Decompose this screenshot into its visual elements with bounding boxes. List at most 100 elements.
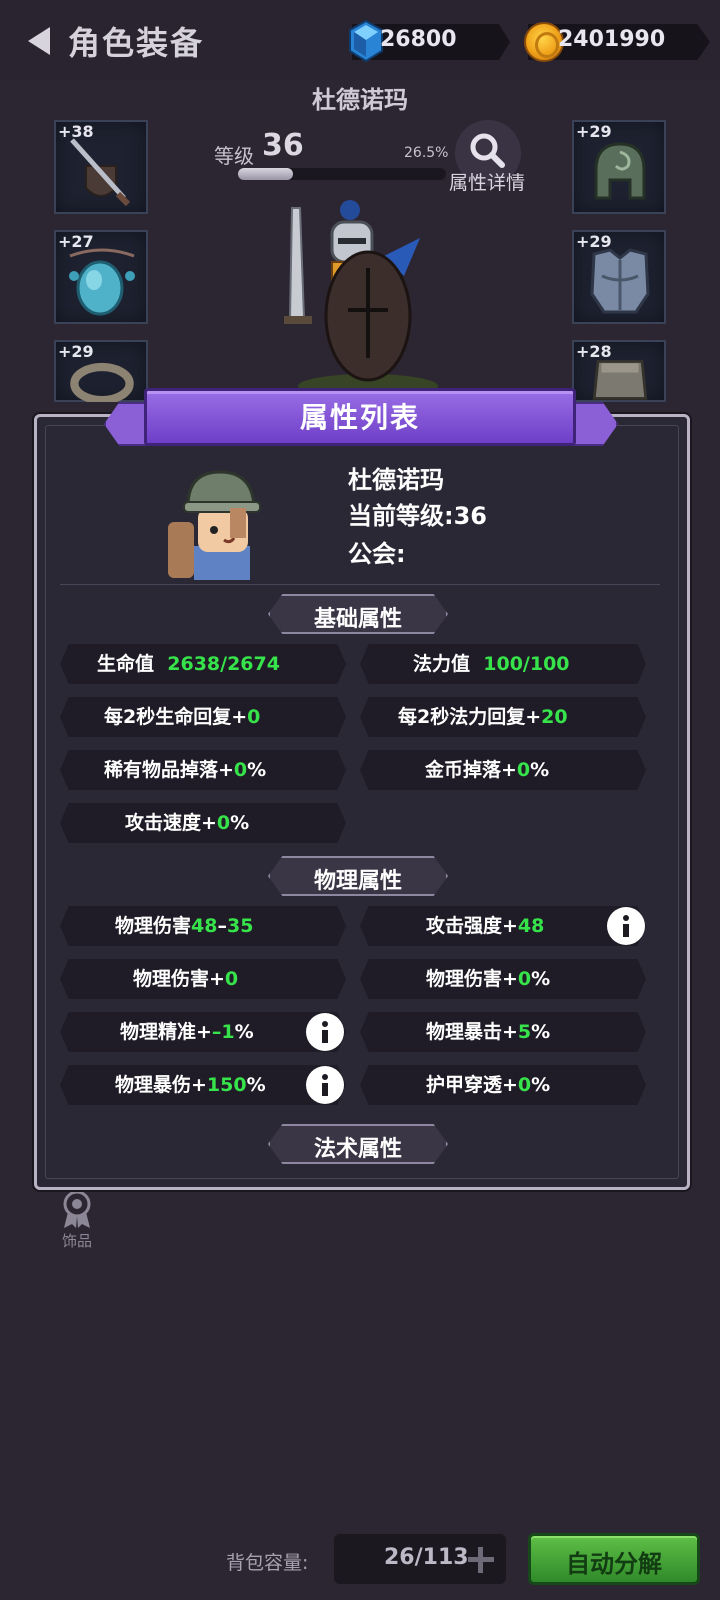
stat-label: 每2秒法力回复+ (398, 706, 542, 728)
ring-icon (70, 362, 134, 402)
panel-divider (60, 584, 660, 585)
stat-value: 2638/2674 (167, 653, 280, 675)
stat-label: 护甲穿透+ (426, 1074, 518, 1096)
gold-count: 2401990 (558, 27, 666, 52)
stat-crit: 物理暴击+5% (426, 1012, 550, 1052)
stat-unit: % (234, 1021, 254, 1043)
bag-capacity-label: 背包容量: (226, 1552, 309, 1574)
stat-value: 0 (516, 759, 531, 781)
page-title: 角色装备 (68, 24, 205, 62)
auto-dismantle-label[interactable]: 自动分解 (528, 1544, 700, 1579)
crit-damage-info-icon[interactable] (306, 1066, 344, 1104)
expand-bag-plus-icon-vertical[interactable] (478, 1547, 483, 1573)
stat-unit: % (246, 1074, 266, 1096)
stat-label: 生命值 (97, 653, 155, 675)
stat-value: 0 (247, 706, 261, 728)
accessory-category-label[interactable]: 饰品 (62, 1230, 92, 1251)
legs-slot[interactable]: +28 (572, 340, 666, 402)
stat-attack-speed: 攻击速度+0% (125, 803, 249, 843)
stat-value: –1 (211, 1021, 235, 1043)
back-button[interactable] (22, 20, 72, 62)
panel-character-name: 杜德诺玛 (348, 466, 444, 494)
stat-value-min: 48 (191, 915, 218, 937)
stat-hp: 生命值 2638/2674 (97, 644, 280, 684)
helmet-icon (594, 142, 646, 200)
stat-value: 0 (216, 812, 231, 834)
stat-armor-pen: 护甲穿透+0% (426, 1065, 550, 1105)
stat-phys-damage-pct: 物理伤害+0% (426, 959, 550, 999)
stat-rare-drop: 稀有物品掉落+0% (104, 750, 266, 790)
exp-bar (238, 168, 446, 180)
stat-value: 5 (517, 1021, 532, 1043)
magic-section-title: 法术属性 (313, 1137, 402, 1162)
enhance-level: +27 (58, 232, 94, 251)
physical-section-title: 物理属性 (313, 869, 402, 894)
enhance-level: +28 (576, 342, 612, 361)
stat-unit: % (530, 759, 550, 781)
stat-label: 稀有物品掉落+ (104, 759, 234, 781)
leg-armor-icon (592, 360, 648, 400)
stat-label: 物理伤害+ (133, 968, 225, 990)
stat-gold-drop: 金币掉落+0% (425, 750, 549, 790)
stat-mp: 法力值 100/100 (413, 644, 570, 684)
stat-label: 物理暴伤+ (115, 1074, 207, 1096)
accessory-badge-icon[interactable] (60, 1190, 94, 1230)
stat-value: 0 (233, 759, 248, 781)
stat-mp-regen: 每2秒法力回复+20 (398, 697, 568, 737)
enhance-level: +29 (58, 342, 94, 361)
stat-phys-damage: 物理伤害48–35 (115, 906, 253, 946)
armor-slot[interactable]: +29 (572, 230, 666, 324)
enhance-level: +29 (576, 232, 612, 251)
stat-accuracy: 物理精准+–1% (120, 1012, 254, 1052)
ring-slot[interactable]: +29 (54, 340, 148, 402)
gem-count: 26800 (380, 27, 457, 52)
stat-value: 100/100 (483, 653, 570, 675)
attack-power-info-icon[interactable] (607, 907, 645, 945)
attribute-detail-label[interactable]: 属性详情 (449, 168, 525, 195)
stat-crit-damage: 物理暴伤+150% (115, 1065, 266, 1105)
stat-hp-regen: 每2秒生命回复+0 (104, 697, 260, 737)
stat-label: 物理暴击+ (426, 1021, 518, 1043)
chest-armor-icon (590, 248, 650, 314)
character-name: 杜德诺玛 (312, 86, 408, 114)
exp-percent: 26.5% (404, 145, 449, 161)
panel-current-level: 当前等级:36 (348, 502, 487, 530)
amulet-slot[interactable]: +27 (54, 230, 148, 324)
back-arrow-icon (28, 27, 50, 55)
stat-label: 金币掉落+ (425, 759, 517, 781)
stat-label: 物理精准+ (120, 1021, 212, 1043)
gem-icon (349, 20, 383, 62)
stat-unit: % (230, 812, 250, 834)
sword-shield-icon (70, 138, 131, 207)
stat-attack-power: 攻击强度+48 (426, 906, 544, 946)
stat-unit: % (247, 759, 267, 781)
amulet-icon (69, 248, 135, 316)
weapon-slot[interactable]: +38 (54, 120, 148, 214)
panel-guild: 公会: (348, 540, 406, 568)
stat-label: 物理伤害 (115, 915, 192, 937)
stat-value-max: 35 (226, 915, 254, 937)
panel-title: 属性列表 (299, 401, 420, 434)
stat-label: 攻击强度+ (426, 915, 518, 937)
stat-label: 每2秒生命回复+ (104, 706, 248, 728)
knight-character (284, 200, 438, 398)
stat-value: 48 (517, 915, 545, 937)
stat-unit: % (531, 968, 551, 990)
stat-value: 20 (541, 706, 568, 728)
stat-range-sep: – (217, 915, 227, 937)
helmet-slot[interactable]: +29 (572, 120, 666, 214)
stat-value: 150 (206, 1074, 247, 1096)
stat-label: 攻击速度+ (125, 812, 217, 834)
stat-unit: % (531, 1074, 551, 1096)
bag-capacity-value: 26/113 (384, 1545, 469, 1570)
accuracy-info-icon[interactable] (306, 1013, 344, 1051)
character-portrait (168, 470, 261, 580)
level-label: 等级 (214, 144, 254, 168)
enhance-level: +38 (58, 122, 94, 141)
stat-value: 0 (224, 968, 239, 990)
stat-unit: % (531, 1021, 551, 1043)
enhance-level: +29 (576, 122, 612, 141)
stat-label: 法力值 (413, 653, 471, 675)
stat-value: 0 (517, 1074, 532, 1096)
stat-label: 物理伤害+ (426, 968, 518, 990)
